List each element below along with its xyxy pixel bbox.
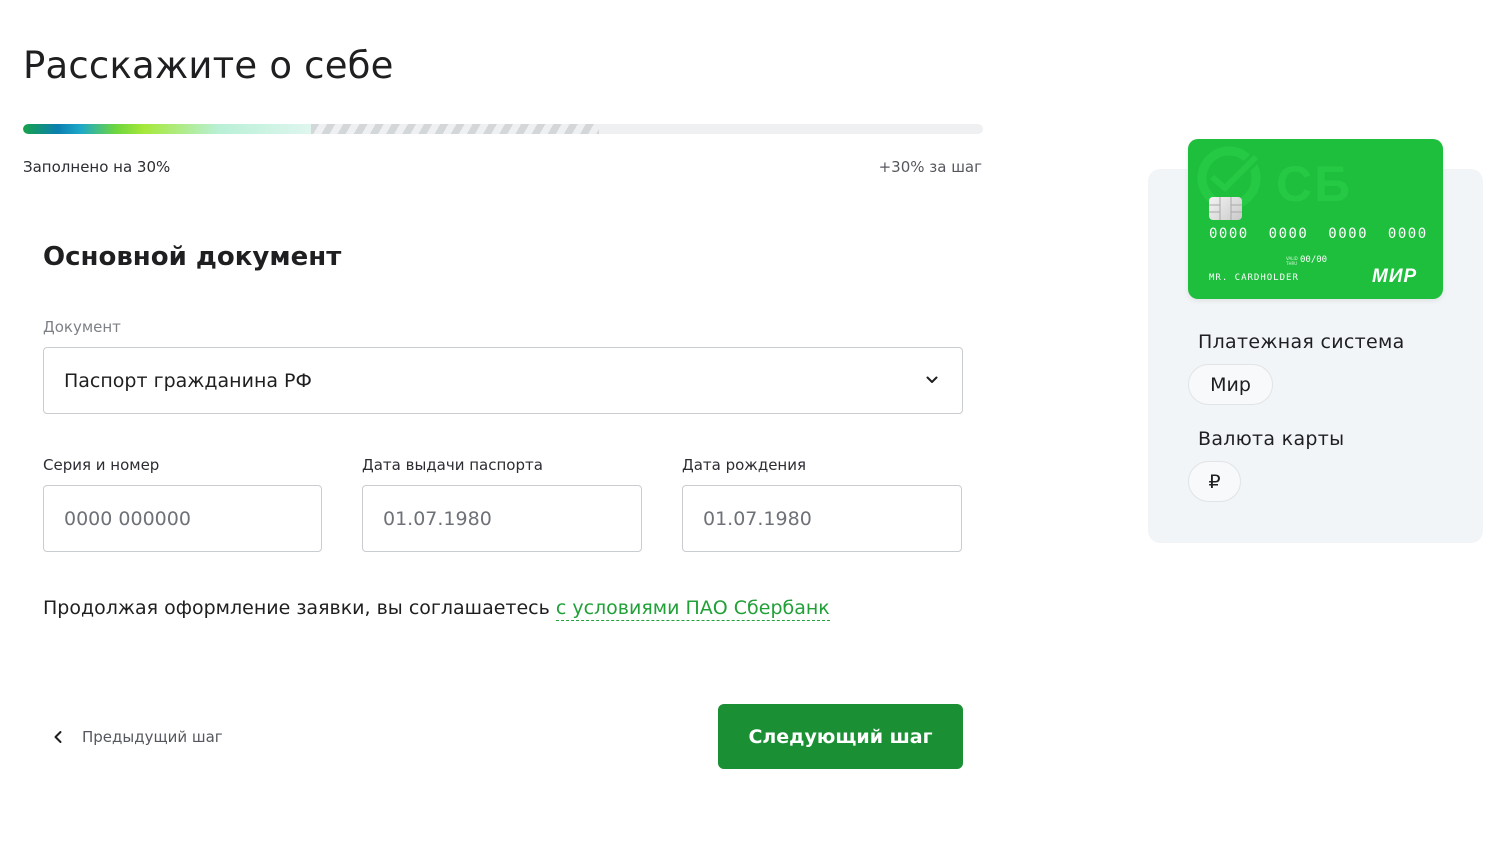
chevron-left-icon (54, 731, 62, 743)
consent-prefix: Продолжая оформление заявки, вы соглашае… (43, 597, 556, 619)
progress-step-label: +30% за шаг (878, 158, 982, 176)
card-valid-label: VALID THRU (1286, 256, 1298, 266)
progress-fill (23, 124, 311, 134)
card-logo-text: СБ (1276, 156, 1353, 212)
card-preview: СБ 0000 0000 0000 0000 VALID THRU 00/00 … (1188, 139, 1443, 299)
card-expiry: 00/00 (1300, 255, 1328, 265)
previous-step-label: Предыдущий шаг (82, 728, 223, 746)
birth-date-label: Дата рождения (682, 456, 806, 474)
payment-system-chip[interactable]: Мир (1188, 364, 1273, 405)
next-step-button[interactable]: Следующий шаг (718, 704, 963, 769)
progress-bar (23, 124, 983, 134)
card-number: 0000 0000 0000 0000 (1209, 226, 1428, 242)
progress-filled-label: Заполнено на 30% (23, 158, 171, 176)
currency-heading: Валюта карты (1198, 428, 1345, 450)
payment-system-heading: Платежная система (1198, 331, 1405, 353)
progress-step-preview (311, 124, 599, 134)
birth-date-input[interactable] (682, 485, 962, 552)
document-select-value: Паспорт гражданина РФ (64, 369, 312, 392)
issue-date-label: Дата выдачи паспорта (362, 456, 543, 474)
mir-logo: МИР (1372, 266, 1418, 287)
currency-chip[interactable]: ₽ (1188, 461, 1241, 502)
series-number-input[interactable] (43, 485, 322, 552)
previous-step-button[interactable]: Предыдущий шаг (50, 724, 223, 750)
card-holder: MR. CARDHOLDER (1209, 273, 1299, 283)
card-chip-icon (1209, 197, 1242, 220)
chevron-down-icon (926, 376, 938, 383)
application-page: Расскажите о себе Заполнено на 30% +30% … (0, 0, 1502, 846)
consent-text: Продолжая оформление заявки, вы соглашае… (43, 597, 830, 621)
document-label: Документ (43, 318, 121, 336)
series-label: Серия и номер (43, 456, 160, 474)
document-select[interactable]: Паспорт гражданина РФ (43, 347, 963, 414)
terms-link[interactable]: с условиями ПАО Сбербанк (555, 597, 830, 621)
page-title: Расскажите о себе (23, 44, 394, 87)
section-title: Основной документ (43, 242, 342, 272)
issue-date-input[interactable] (362, 485, 642, 552)
